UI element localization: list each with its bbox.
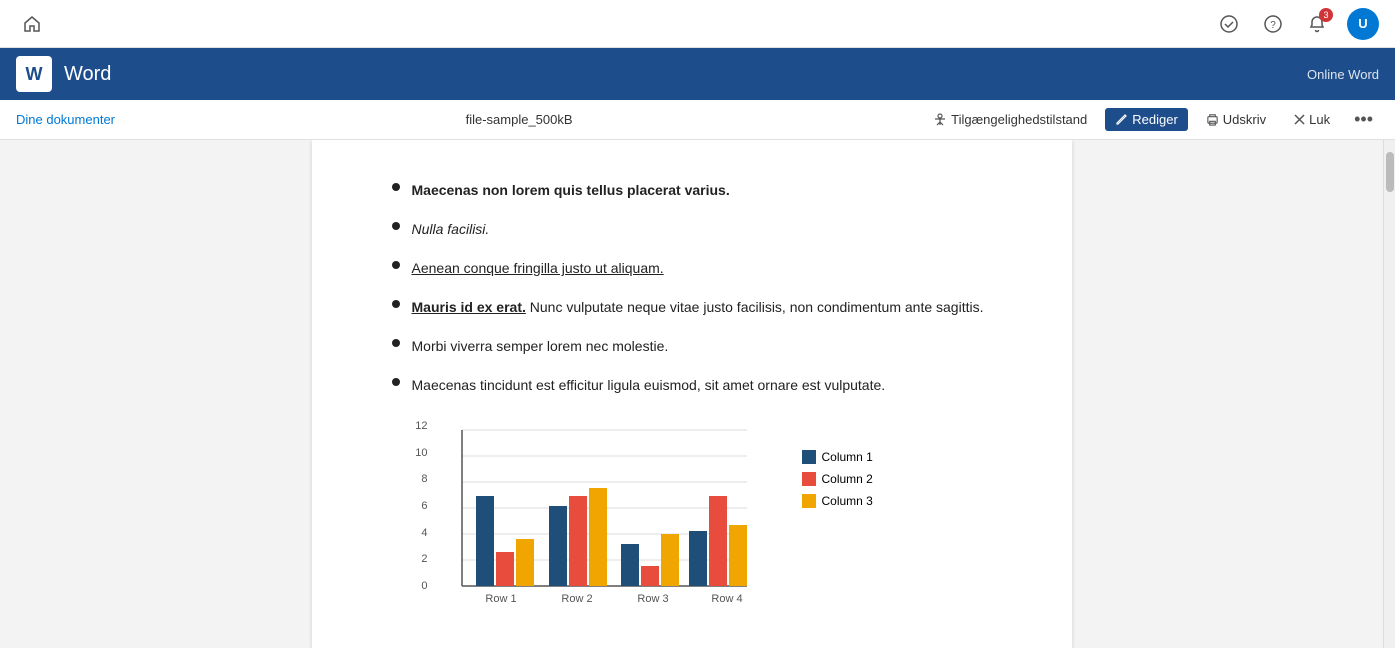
bar-r3-c2 (641, 566, 659, 586)
legend-item-col3: Column 3 (802, 494, 873, 508)
notification-badge: 3 (1319, 8, 1333, 22)
word-app-name: Word (64, 63, 111, 86)
y-label-12: 12 (400, 420, 428, 432)
edit-button[interactable]: Rediger (1105, 108, 1188, 131)
user-avatar[interactable]: U (1347, 8, 1379, 40)
bullet-dot (392, 261, 400, 269)
list-item: Maecenas tincidunt est efficitur ligula … (392, 375, 992, 396)
list-item: Mauris id ex erat. Nunc vulputate neque … (392, 297, 992, 318)
home-button[interactable] (16, 8, 48, 40)
x-label-row1: Row 1 (485, 593, 516, 605)
legend-label-col1: Column 1 (822, 450, 873, 464)
print-button[interactable]: Udskriv (1196, 108, 1276, 131)
bar-r1-c1 (476, 496, 494, 586)
bar-r2-c3 (589, 488, 607, 586)
y-label-8: 8 (400, 473, 428, 485)
list-item-text: Maecenas non lorem quis tellus placerat … (412, 180, 730, 201)
list-item-text: Mauris id ex erat. Nunc vulputate neque … (412, 297, 984, 318)
content-area: Maecenas non lorem quis tellus placerat … (0, 140, 1395, 648)
x-label-row4: Row 4 (711, 593, 742, 605)
help-icon[interactable]: ? (1259, 10, 1287, 38)
word-title-left: W Word (16, 56, 111, 92)
doc-toolbar: Dine dokumenter file-sample_500kB Tilgæn… (0, 100, 1395, 140)
accessibility-button[interactable]: Tilgængelighedstilstand (923, 108, 1097, 131)
list-item: Aenean conque fringilla justo ut aliquam… (392, 258, 992, 279)
accessibility-label: Tilgængelighedstilstand (951, 112, 1087, 127)
word-user-name: Online Word (1307, 67, 1379, 82)
notification-icon[interactable]: 3 (1303, 10, 1331, 38)
chart-svg: Row 1 Row 2 Row 3 Row 4 (432, 420, 772, 610)
bullet-dot (392, 183, 400, 191)
my-documents-link[interactable]: Dine dokumenter (16, 112, 115, 127)
more-options-button[interactable]: ••• (1348, 105, 1379, 134)
edit-label: Rediger (1132, 112, 1178, 127)
legend-item-col2: Column 2 (802, 472, 873, 486)
y-label-2: 2 (400, 553, 428, 565)
bullet-dot (392, 222, 400, 230)
bar-r4-c3 (729, 525, 747, 586)
list-item: Morbi viverra semper lorem nec molestie. (392, 336, 992, 357)
bullet-dot (392, 300, 400, 308)
bar-r3-c3 (661, 534, 679, 586)
word-title-bar: W Word Online Word (0, 48, 1395, 100)
bar-r1-c2 (496, 552, 514, 586)
bar-r3-c1 (621, 544, 639, 586)
close-label: Luk (1309, 112, 1330, 127)
y-label-6: 6 (400, 500, 428, 512)
svg-text:?: ? (1270, 20, 1276, 31)
scrollbar[interactable] (1383, 140, 1395, 648)
legend-box-col3 (802, 494, 816, 508)
y-label-10: 10 (400, 447, 428, 459)
list-item: Maecenas non lorem quis tellus placerat … (392, 180, 992, 201)
system-bar: ? 3 U (0, 0, 1395, 48)
bullet-list: Maecenas non lorem quis tellus placerat … (392, 180, 992, 396)
legend-label-col2: Column 2 (822, 472, 873, 486)
bar-r2-c1 (549, 506, 567, 586)
list-item-text: Aenean conque fringilla justo ut aliquam… (412, 258, 664, 279)
y-label-0: 0 (400, 580, 428, 592)
word-logo: W (16, 56, 52, 92)
chart-legend: Column 1 Column 2 Column 3 (802, 450, 873, 508)
bullet-dot (392, 378, 400, 386)
file-name: file-sample_500kB (466, 112, 573, 127)
print-label: Udskriv (1223, 112, 1266, 127)
list-item: Nulla facilisi. (392, 219, 992, 240)
bullet-dot (392, 339, 400, 347)
legend-item-col1: Column 1 (802, 450, 873, 464)
close-button[interactable]: Luk (1284, 108, 1340, 131)
normal-part: Nunc vulputate neque vitae justo facilis… (530, 299, 984, 315)
system-bar-right: ? 3 U (1215, 8, 1379, 40)
system-bar-left (16, 8, 48, 40)
chart-container: 0 2 4 6 8 10 12 (392, 420, 992, 610)
underline-part: Mauris id ex erat. (412, 299, 526, 315)
list-item-text: Nulla facilisi. (412, 219, 490, 240)
check-icon[interactable] (1215, 10, 1243, 38)
bar-r4-c1 (689, 531, 707, 586)
doc-page[interactable]: Maecenas non lorem quis tellus placerat … (0, 140, 1383, 648)
list-item-text: Morbi viverra semper lorem nec molestie. (412, 336, 669, 357)
bar-r2-c2 (569, 496, 587, 586)
doc-toolbar-right: Tilgængelighedstilstand Rediger Udskriv … (923, 105, 1379, 134)
bar-r1-c3 (516, 539, 534, 586)
bar-r4-c2 (709, 496, 727, 586)
y-label-4: 4 (400, 527, 428, 539)
x-label-row2: Row 2 (561, 593, 592, 605)
list-item-text: Maecenas tincidunt est efficitur ligula … (412, 375, 886, 396)
legend-box-col1 (802, 450, 816, 464)
x-label-row3: Row 3 (637, 593, 668, 605)
legend-box-col2 (802, 472, 816, 486)
legend-label-col3: Column 3 (822, 494, 873, 508)
page-content: Maecenas non lorem quis tellus placerat … (312, 140, 1072, 648)
